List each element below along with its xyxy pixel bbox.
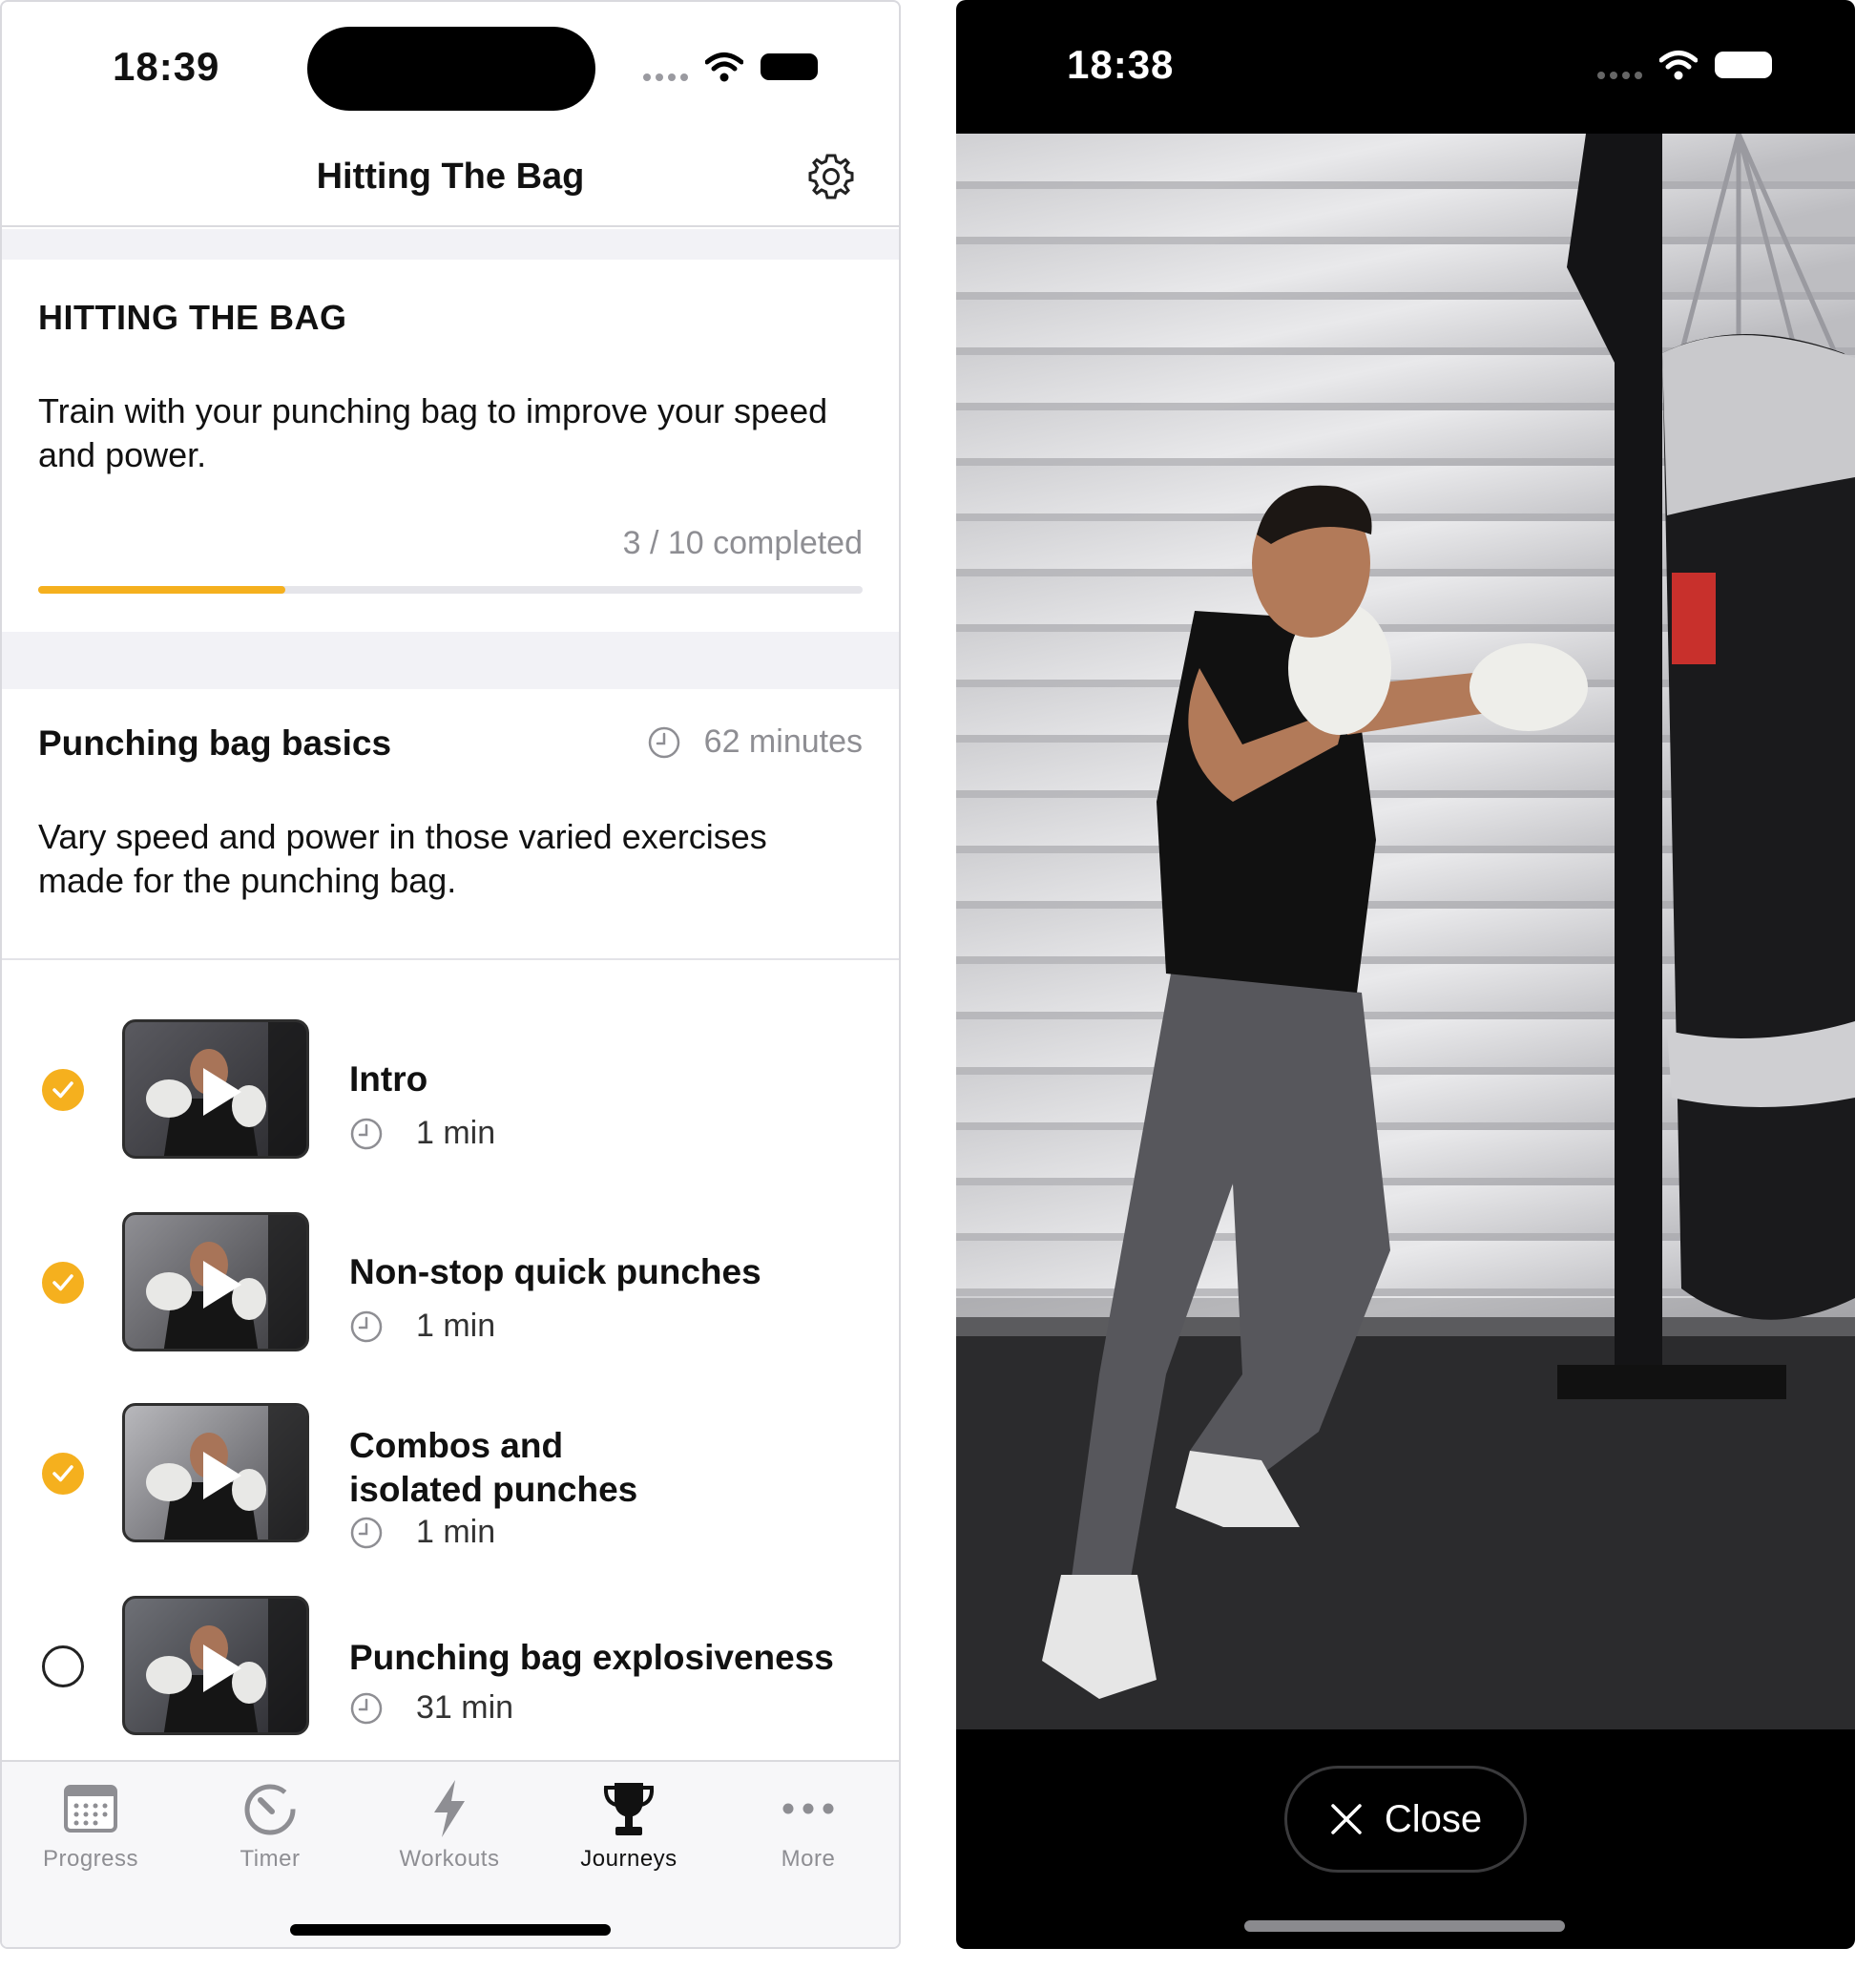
play-icon [203,1261,241,1309]
completed-check-icon[interactable] [42,1262,84,1304]
wifi-icon [705,52,743,82]
tab-progress[interactable]: Progress [19,1775,162,1873]
play-icon [203,1452,241,1499]
status-time: 18:39 [113,44,220,89]
journey-heading: HITTING THE BAG [38,298,347,337]
lesson-duration-label: 1 min [416,1514,496,1550]
journey-progress-fill [38,586,286,594]
clock-icon [648,726,679,758]
calendar-icon [64,1785,117,1833]
video-thumbnail[interactable] [122,1403,309,1542]
cellular-signal-icon [1597,72,1642,79]
lesson-duration: 1 min [349,1514,495,1551]
timer-icon [244,1784,296,1835]
lesson-duration-label: 31 min [416,1689,514,1726]
status-icons [1597,50,1772,80]
journey-description: Train with your punching bag to improve … [38,391,828,474]
status-icons [643,52,818,82]
video-thumbnail[interactable] [122,1212,309,1351]
lesson-duration: 31 min [349,1689,513,1727]
video-thumbnail[interactable] [122,1019,309,1159]
tab-workouts[interactable]: Workouts [378,1775,521,1873]
play-icon [203,1068,241,1116]
tab-label: Progress [42,1846,139,1872]
section-title: Punching bag basics [38,723,392,763]
divider [2,958,899,960]
home-indicator [290,1924,611,1936]
close-x-icon [1331,1804,1362,1834]
section-duration-label: 62 minutes [703,723,863,760]
lesson-row[interactable]: Punching bag explosiveness 31 min [2,1596,899,1737]
completed-check-icon[interactable] [42,1453,84,1495]
section-spacer [2,632,899,689]
page-title: Hitting The Bag [316,157,585,197]
clock-icon [350,1310,383,1342]
lesson-row[interactable]: Intro 1 min [2,1019,899,1161]
lesson-title: Intro [349,1059,428,1099]
incomplete-circle-icon[interactable] [42,1645,84,1687]
lesson-duration-label: 1 min [416,1308,496,1344]
clock-icon [350,1692,383,1724]
cellular-signal-icon [643,73,688,81]
lightning-icon [434,1780,465,1837]
tab-journeys[interactable]: Journeys [557,1775,700,1873]
play-icon [203,1644,241,1692]
tab-more[interactable]: More [737,1775,880,1873]
clock-icon [350,1118,383,1149]
section-duration: 62 minutes [647,723,863,761]
trophy-icon [603,1783,655,1835]
status-time: 18:38 [1067,42,1175,87]
home-indicator [1244,1920,1565,1932]
video-player-screen: 18:38 Close [956,0,1855,1949]
journey-progress-label: 3 / 10 completed [622,525,863,561]
section-description: Vary speed and power in those varied exe… [38,817,767,900]
workout-video[interactable] [956,134,1855,1729]
lesson-row[interactable]: Non-stop quick punches 1 min [2,1212,899,1353]
tab-label: Journeys [580,1846,677,1872]
journey-detail-screen: 18:39 Hitting The Bag HITTING THE BAG Tr… [0,0,901,1949]
tab-label: Timer [240,1846,301,1872]
journey-progress-bar [38,586,863,594]
lesson-duration: 1 min [349,1115,495,1152]
navigation-bar: Hitting The Bag [2,136,899,227]
settings-gear-icon[interactable] [805,151,857,202]
lesson-title: Non-stop quick punches [349,1252,761,1291]
tab-timer[interactable]: Timer [198,1775,342,1873]
close-button-label: Close [1384,1797,1483,1840]
clock-icon [350,1517,383,1548]
lesson-duration: 1 min [349,1308,495,1345]
lesson-title: Combos and isolated punches [349,1426,638,1509]
boxer-video-frame [956,134,1855,1729]
wifi-icon [1659,51,1698,80]
lesson-row[interactable]: Combos and isolated punches 1 min [2,1403,899,1550]
close-button[interactable]: Close [1284,1766,1527,1873]
more-dots-icon [782,1803,834,1814]
tab-label: More [781,1846,836,1872]
lesson-title: Punching bag explosiveness [349,1638,834,1677]
completed-check-icon[interactable] [42,1069,84,1111]
lesson-duration-label: 1 min [416,1115,496,1151]
battery-icon [1715,52,1772,78]
tab-label: Workouts [399,1846,500,1872]
tab-bar: Progress Timer Workouts Journeys More [2,1760,899,1947]
battery-icon [761,53,818,80]
video-thumbnail[interactable] [122,1596,309,1735]
dynamic-island [307,27,595,111]
section-spacer [2,229,899,260]
